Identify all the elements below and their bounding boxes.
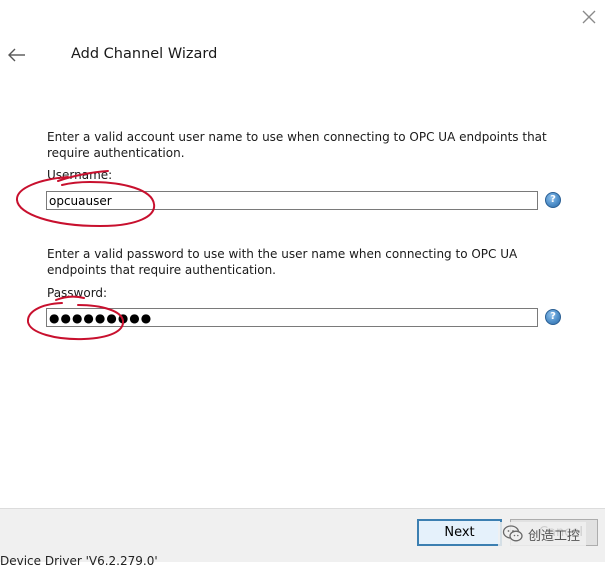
wizard-title: Add Channel Wizard [71, 46, 218, 62]
annotation-overlay [16, 170, 156, 341]
password-description: Enter a valid password to use with the u… [47, 247, 518, 277]
next-button[interactable]: Next [417, 519, 502, 546]
username-input[interactable] [46, 191, 538, 210]
username-label: Username: [47, 168, 113, 182]
password-label: Password: [47, 286, 108, 300]
back-button[interactable] [6, 44, 28, 66]
cancel-button[interactable]: Cancel [510, 519, 598, 546]
username-help-icon[interactable]: ? [545, 192, 561, 208]
close-icon [582, 10, 596, 24]
username-description: Enter a valid account user name to use w… [47, 130, 547, 160]
status-line: Device Driver 'V6.2.279.0' [0, 554, 158, 568]
password-help-icon[interactable]: ? [545, 309, 561, 325]
arrow-left-icon [8, 48, 25, 62]
password-input[interactable] [46, 308, 538, 327]
close-button[interactable] [578, 6, 600, 28]
